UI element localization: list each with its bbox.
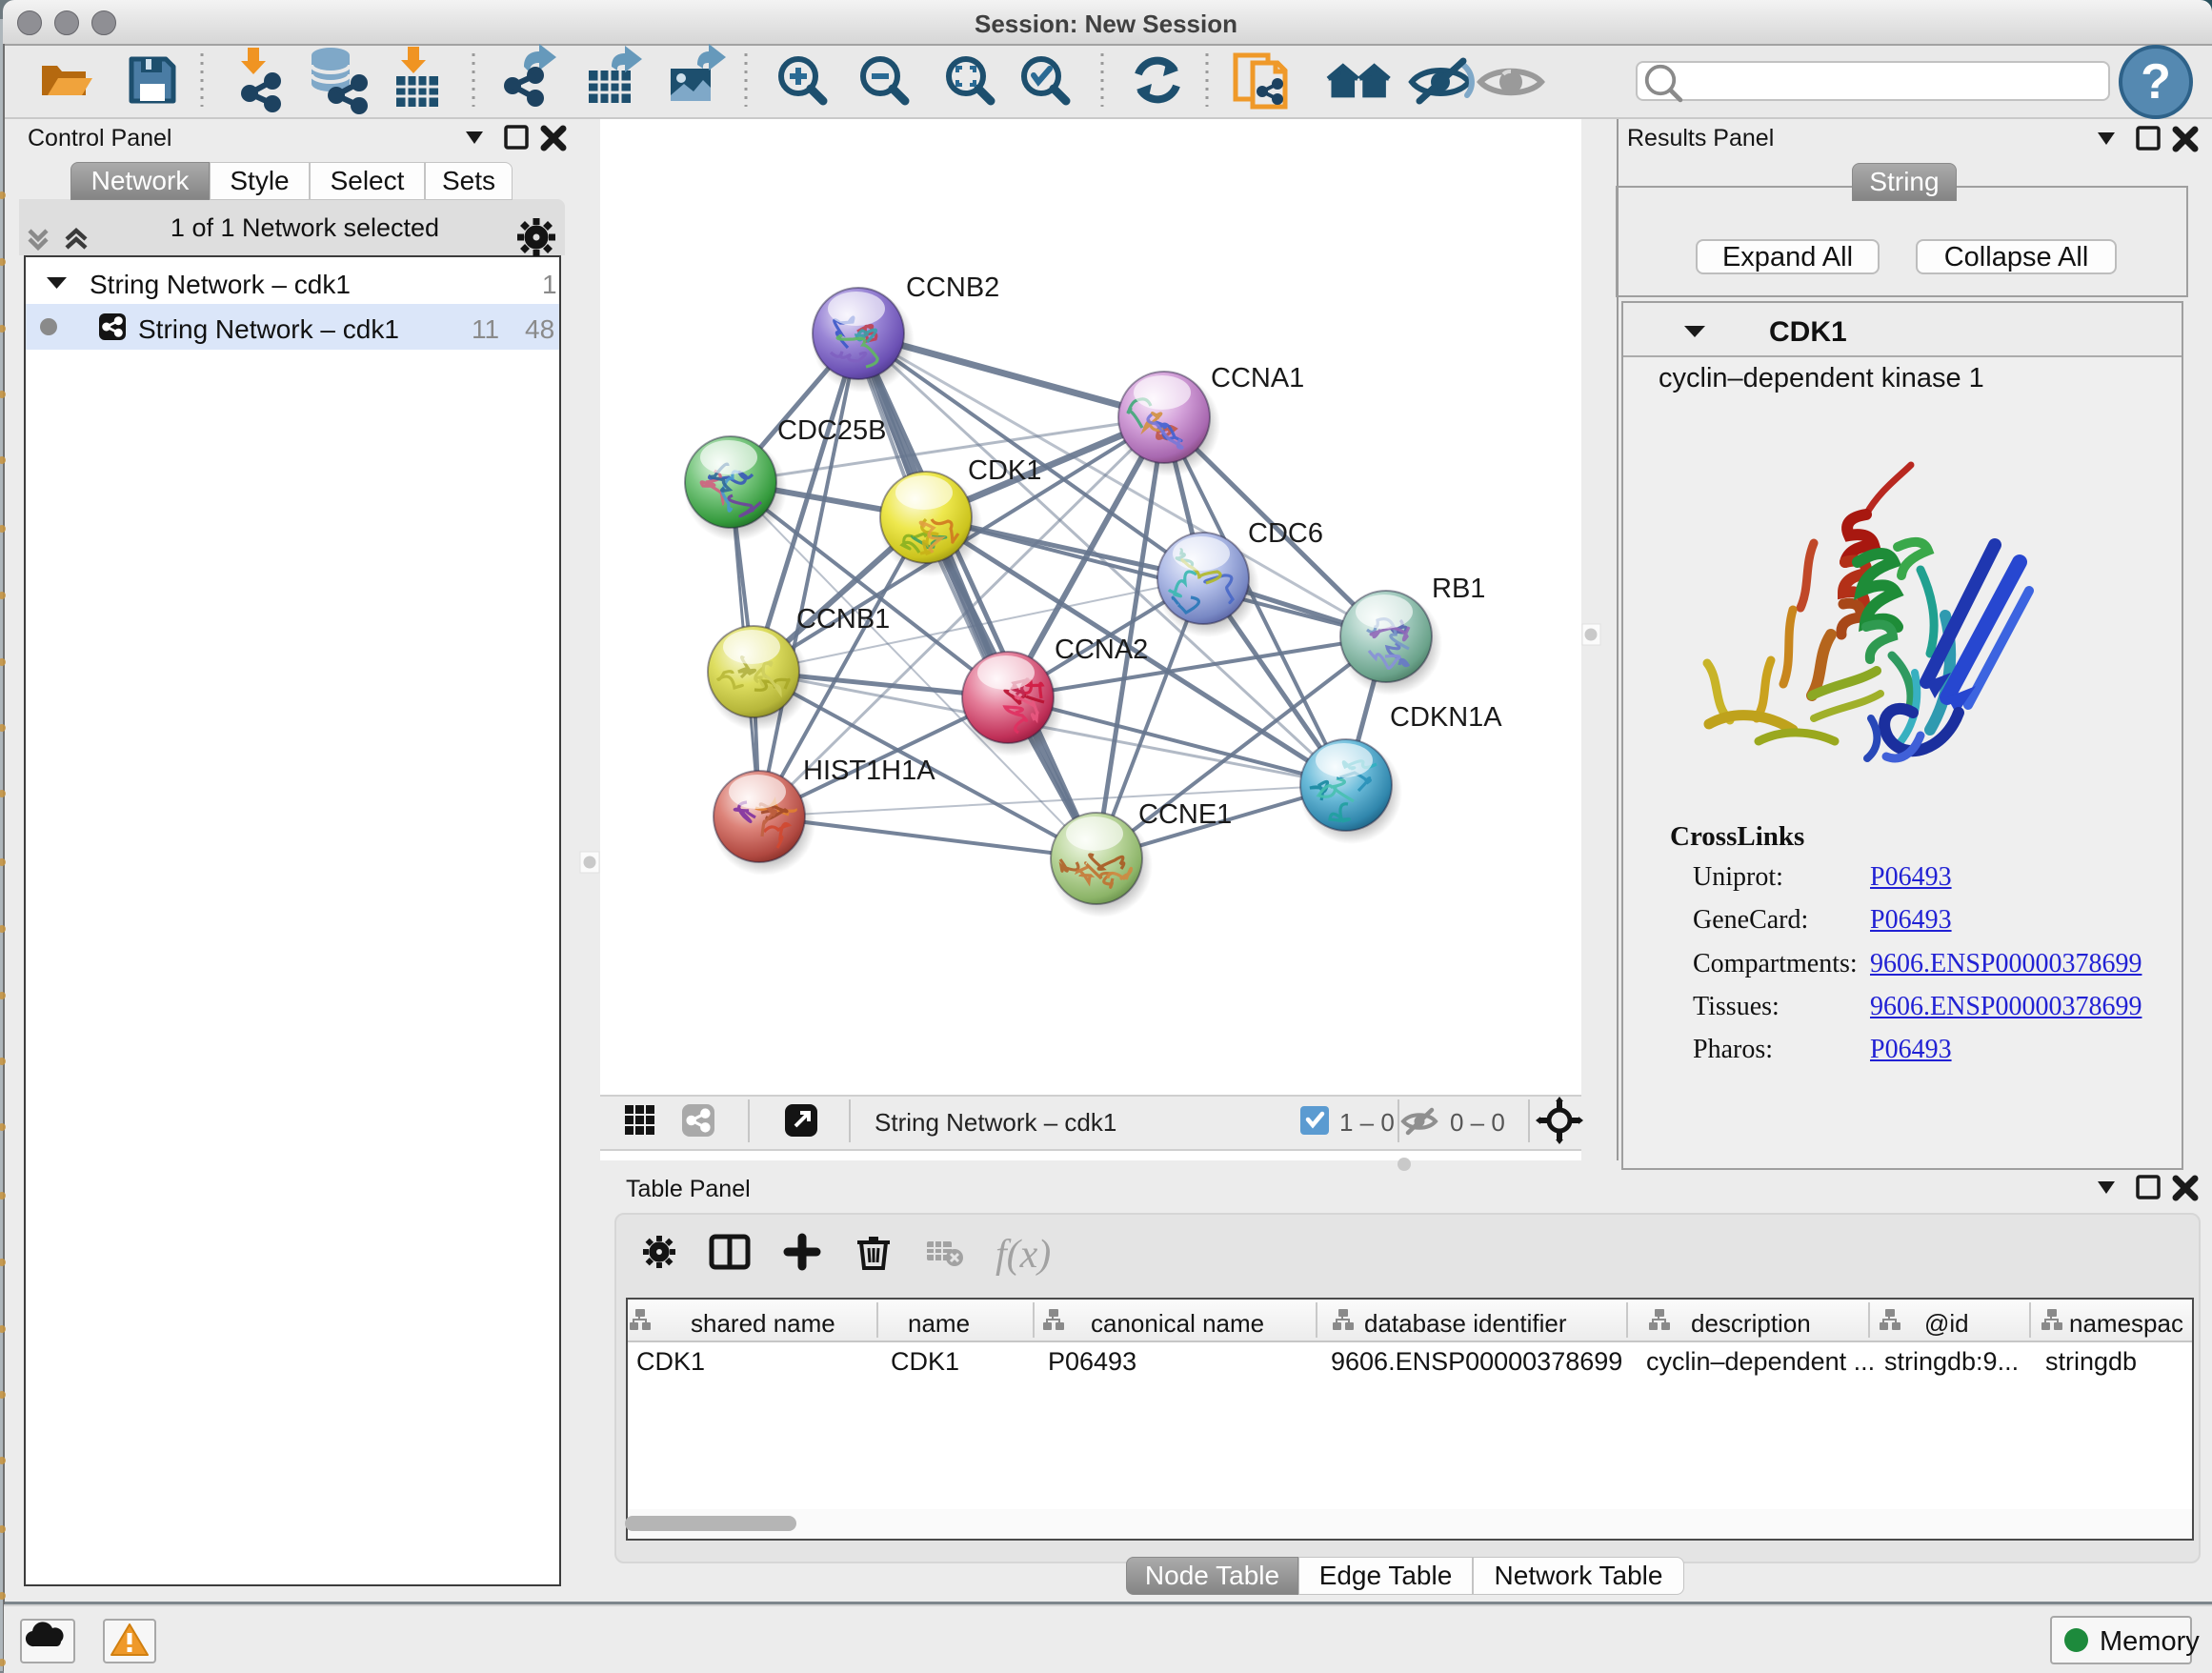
svg-text:f(x): f(x): [995, 1233, 1051, 1277]
